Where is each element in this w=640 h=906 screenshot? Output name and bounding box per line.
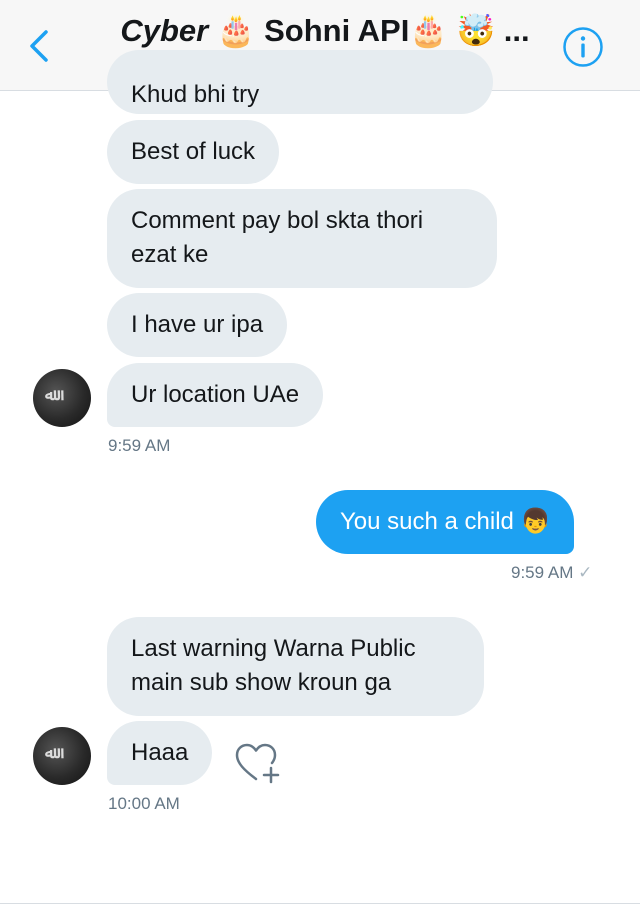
message-bubble[interactable]: Comment pay bol skta thori ezat ke [107,189,497,288]
message-text: I have ur ipa [131,311,264,338]
avatar-glyph: ﷲ [45,385,55,404]
message-text: Ur location UAe [131,381,300,408]
exploding-head-emoji-icon: 🤯 [456,13,496,48]
message-timestamp: 9:59 AM ✓ [511,563,592,583]
back-chevron-icon[interactable] [22,26,58,66]
message-timestamp: 10:00 AM [108,794,180,813]
like-heart-plus-icon[interactable] [234,741,282,785]
boy-emoji-icon: 👦 [520,508,551,535]
message-text: Last warning Warna Public [131,635,416,662]
message-bubble[interactable]: Ur location UAe [107,363,324,427]
message-text: main sub show kroun ga [131,669,392,696]
message-text: You such a child [340,508,514,535]
avatar[interactable]: ﷲ [33,727,91,785]
divider [0,903,640,904]
message-bubble[interactable]: I have ur ipa [107,293,288,357]
avatar-glyph: ﷲ [45,743,55,762]
sent-checkmark-icon: ✓ [578,563,593,582]
sent-message-bubble[interactable]: You such a child 👦 [316,490,575,554]
message-text: ezat ke [131,241,209,268]
message-text: Best of luck [131,138,256,165]
timestamp-text: 9:59 AM [511,563,574,582]
title-name-part: Cyber [120,13,209,48]
cake-emoji-icon: 🎂 [409,13,448,48]
title-name-part: Sohni API [264,13,410,48]
message-timestamp: 9:59 AM [108,436,171,455]
message-text: Comment pay bol skta thori [131,207,424,234]
message-text: Khud bhi try [131,81,260,108]
message-bubble[interactable]: Haaa [107,721,213,785]
message-bubble-partial[interactable]: Khud bhi try [107,50,493,114]
cake-emoji-icon: 🎂 [216,13,256,48]
message-bubble[interactable]: Last warning Warna Public main sub show … [107,617,484,716]
conversation-title[interactable]: Cyber 🎂 Sohni API🎂 🤯 ... [90,12,560,49]
title-ellipsis: ... [503,13,530,48]
avatar[interactable]: ﷲ [33,369,91,427]
info-icon[interactable] [562,26,604,68]
message-text: Haaa [131,739,189,766]
message-bubble[interactable]: Best of luck [107,120,280,184]
